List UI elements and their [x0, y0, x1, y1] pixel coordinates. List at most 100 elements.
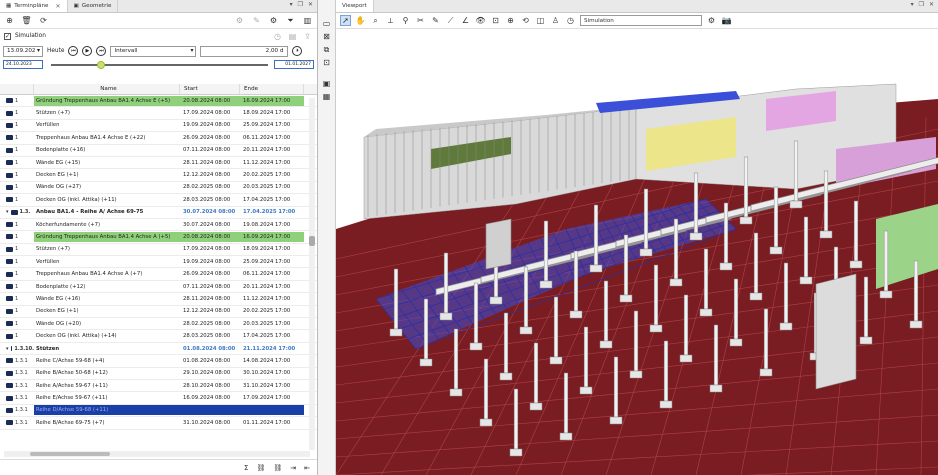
table-row[interactable]: 1 Köcherfundamente (+7) 30.07.2024 08:00 19… — [0, 219, 317, 232]
date-picker[interactable]: 13.09.202 ▾ — [3, 45, 43, 57]
close-icon[interactable]: ✕ — [308, 1, 313, 8]
panel-icon[interactable]: ▭ — [321, 18, 332, 29]
table-row[interactable]: 1 Verfüllen 19.09.2024 08:00 25.09.2024 17:… — [0, 120, 317, 133]
settings-icon[interactable]: ⚙ — [706, 15, 717, 26]
wrench-icon[interactable]: ✎ — [251, 15, 262, 26]
table-row[interactable]: 1.3.1 Reihe C/Achse 59-68 (+4) 01.08.2024 … — [0, 355, 317, 368]
header-end[interactable]: Ende — [240, 84, 304, 94]
slider-end-date[interactable]: 01.01.2027 — [274, 60, 314, 69]
table-row[interactable]: 1.3.1 Reihe E/Achse 59-67 (+11) 16.09.2024… — [0, 392, 317, 405]
clock-icon[interactable]: ◷ — [565, 15, 576, 26]
play-icon[interactable]: ▶ — [82, 46, 93, 56]
today-button[interactable]: Heute — [47, 48, 64, 54]
settings-icon[interactable]: ⚙ — [234, 15, 245, 26]
delete-icon[interactable]: 🗑 — [21, 15, 32, 26]
table-row[interactable]: 1 Stützen (+7) 17.09.2024 08:00 18.09.2024 … — [0, 244, 317, 257]
sync-icon[interactable]: ⟳ — [38, 15, 49, 26]
table-row[interactable]: 1 Gründung Treppenhaus Anbau BA1.4 Achse … — [0, 95, 317, 108]
indent-icon[interactable]: ⇥ — [290, 464, 296, 472]
hand-icon[interactable]: ✋ — [355, 15, 366, 26]
table-row[interactable]: 1 Treppenhaus Anbau BA1.4 Achse A (+7) 26.… — [0, 268, 317, 281]
select-cursor-icon[interactable]: ➚ — [340, 15, 351, 26]
outdent-icon[interactable]: ⇤ — [304, 464, 310, 472]
table-row[interactable]: 1 Decken EG (+1) 12.12.2024 08:00 20.02.202… — [0, 306, 317, 319]
table-row[interactable]: 1 Wände OG (+27) 28.02.2025 08:00 20.03.202… — [0, 182, 317, 195]
table-row[interactable]: 1 Gründung Treppenhaus Anbau BA1.4 Achse … — [0, 231, 317, 244]
columns-icon[interactable]: ▥ — [302, 15, 313, 26]
step-back-icon[interactable]: ⏮ — [68, 46, 79, 56]
measure-icon[interactable]: ⟂ — [385, 15, 396, 26]
table-row[interactable]: 1 Bodenplatte (+16) 07.11.2024 08:00 20.11.… — [0, 145, 317, 157]
export-icon[interactable]: ⇪ — [302, 31, 313, 42]
table-row[interactable]: 1 Decken OG (inkl. Attika) (+11) 28.03.202… — [0, 194, 317, 207]
close-box-icon[interactable]: ⊠ — [321, 31, 332, 42]
table-row[interactable]: ▾ 1.3.10. Stützen 01.08.2024 08:00 21.11.202… — [0, 343, 317, 356]
split-icon[interactable]: ◫ — [535, 15, 546, 26]
scrollbar-thumb[interactable] — [30, 452, 110, 456]
table-row[interactable]: 1 Wände EG (+16) 28.11.2024 08:00 11.12.202… — [0, 293, 317, 306]
table-row[interactable]: 1 Treppenhaus Anbau BA1.4 Achse E (+22) 26… — [0, 132, 317, 145]
slider-start-date[interactable]: 24.10.2023 — [3, 60, 43, 69]
pin-icon[interactable]: ⚲ — [400, 15, 411, 26]
mode-select[interactable]: Simulation — [580, 15, 702, 26]
vertical-scrollbar[interactable] — [309, 98, 315, 450]
tab-viewport[interactable]: Viewport — [336, 0, 374, 12]
horizontal-scrollbar[interactable] — [4, 451, 310, 457]
float-icon[interactable]: ❐ — [298, 1, 303, 8]
table-row[interactable]: 1.3.1 Reihe D/Achse 59-68 (+11) — [0, 405, 317, 418]
table-row[interactable]: ▾ 1.3. Anbau BA1.4 - Reihe A/ Achse 69-75 3… — [0, 207, 317, 219]
close-icon[interactable]: ✕ — [929, 1, 934, 8]
interval-value-input[interactable]: 2,00 d — [200, 45, 289, 57]
unlink-icon[interactable]: ⛓ — [273, 464, 282, 472]
table-row[interactable]: 1 Wände OG (+20) 28.02.2025 08:00 20.03.202… — [0, 318, 317, 331]
layers-icon[interactable]: ⧉ — [321, 44, 332, 55]
interval-select[interactable]: Intervall ▾ — [110, 45, 197, 57]
orbit-icon[interactable]: ⟲ — [520, 15, 531, 26]
table-row[interactable]: 1.3.1 Reihe B/Achse 50-68 (+12) 29.10.2024… — [0, 368, 317, 380]
timeline-slider[interactable]: 24.10.2023 01.01.2027 — [3, 59, 314, 71]
sum-icon[interactable]: Σ — [244, 464, 248, 472]
step-forward-icon[interactable]: ⏭ — [96, 46, 107, 56]
gear-icon[interactable]: ⚙ — [268, 15, 279, 26]
slider-thumb[interactable] — [97, 61, 105, 69]
expand-icon[interactable]: ▾ — [6, 346, 9, 352]
filter-icon[interactable]: ⏷ — [285, 15, 296, 26]
expand-icon[interactable]: ▾ — [6, 209, 9, 215]
section-box-icon[interactable]: ⊡ — [490, 15, 501, 26]
tab-terminplaene[interactable]: ▦ Terminpläne ✕ — [0, 0, 68, 12]
ruler-icon[interactable]: ⟋ — [445, 15, 456, 26]
eye-icon[interactable]: 👁 — [475, 15, 486, 26]
table-row[interactable]: 1.3.1 Reihe A/Achse 59-67 (+11) 28.10.2024… — [0, 380, 317, 393]
forward-icon[interactable]: ⏵ — [292, 46, 303, 56]
scrollbar-thumb[interactable] — [309, 236, 315, 246]
table-row[interactable]: 1 Wände EG (+15) 28.11.2024 08:00 11.12.202… — [0, 157, 317, 170]
zoom-icon[interactable]: ⌕ — [370, 15, 381, 26]
camera-icon[interactable]: 📷 — [721, 15, 732, 26]
angle-icon[interactable]: ∠ — [460, 15, 471, 26]
table-row[interactable]: 1 Decken EG (+1) 12.12.2024 08:00 20.02.202… — [0, 169, 317, 182]
header-start[interactable]: Start — [180, 84, 240, 94]
table-row[interactable]: 1 Verfüllen 19.09.2024 08:00 25.09.2024 17:… — [0, 256, 317, 269]
slider-track[interactable] — [51, 64, 268, 66]
float-icon[interactable]: ❐ — [919, 1, 924, 8]
3d-model-view[interactable] — [336, 29, 938, 475]
chevron-down-icon[interactable]: ▾ — [911, 1, 914, 8]
simulation-checkbox[interactable]: ✓ — [4, 32, 11, 40]
clock-icon[interactable]: ◷ — [272, 31, 283, 42]
pen-icon[interactable]: ✎ — [430, 15, 441, 26]
cut-icon[interactable]: ✂ — [415, 15, 426, 26]
add-icon[interactable]: ⊕ — [4, 15, 15, 26]
person-icon[interactable]: ♙ — [550, 15, 561, 26]
target-icon[interactable]: ⊕ — [505, 15, 516, 26]
link-icon[interactable]: ⛓ — [256, 464, 265, 472]
chevron-down-icon[interactable]: ▾ — [290, 1, 293, 8]
grid-icon[interactable]: ▦ — [321, 91, 332, 102]
header-name[interactable]: Name — [34, 84, 180, 94]
table-row[interactable]: 1 Stützen (+7) 17.09.2024 08:00 18.09.2024 … — [0, 107, 317, 120]
table-row[interactable]: 1 Bodenplatte (+12) 07.11.2024 08:00 20.11.… — [0, 281, 317, 294]
close-icon[interactable]: ✕ — [55, 3, 60, 10]
window-icon[interactable]: ▣ — [321, 78, 332, 89]
table-row[interactable]: 1.3.1 Reihe B/Achse 69-75 (+7) 31.10.2024 … — [0, 417, 317, 430]
table-row[interactable]: 1 Decken OG (inkl. Attika) (+14) 28.03.202… — [0, 330, 317, 343]
tab-geometrie[interactable]: ▣ Geometrie — [68, 0, 119, 12]
